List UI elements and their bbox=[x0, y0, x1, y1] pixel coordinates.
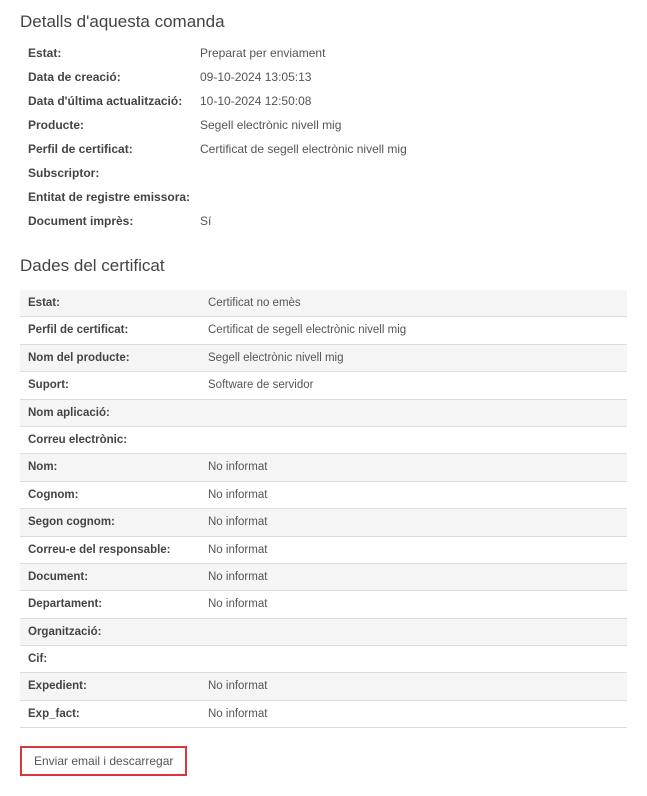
cert-label: Estat: bbox=[28, 294, 208, 312]
detail-row: Perfil de certificat:Certificat de segel… bbox=[28, 142, 631, 156]
cert-value: No informat bbox=[208, 595, 267, 613]
detail-row: Data de creació:09-10-2024 13:05:13 bbox=[28, 70, 631, 84]
cert-value: No informat bbox=[208, 541, 267, 559]
table-row: Nom:No informat bbox=[20, 454, 627, 481]
certificate-data-table: Estat:Certificat no emès Perfil de certi… bbox=[20, 290, 627, 728]
cert-label: Perfil de certificat: bbox=[28, 321, 208, 339]
detail-label: Data de creació: bbox=[28, 70, 200, 84]
cert-label: Correu electrònic: bbox=[28, 431, 208, 449]
cert-value: Segell electrònic nivell mig bbox=[208, 349, 344, 367]
cert-value: No informat bbox=[208, 568, 267, 586]
detail-label: Perfil de certificat: bbox=[28, 142, 200, 156]
cert-label: Cognom: bbox=[28, 486, 208, 504]
detail-row: Entitat de registre emissora: bbox=[28, 190, 631, 204]
table-row: Nom aplicació: bbox=[20, 400, 627, 427]
detail-row: Subscriptor: bbox=[28, 166, 631, 180]
cert-value: Software de servidor bbox=[208, 376, 313, 394]
cert-value: No informat bbox=[208, 486, 267, 504]
detail-value: Segell electrònic nivell mig bbox=[200, 118, 341, 132]
order-details-title: Detalls d'aquesta comanda bbox=[20, 12, 631, 32]
cert-value: No informat bbox=[208, 458, 267, 476]
cert-value: No informat bbox=[208, 705, 267, 723]
detail-label: Data d'última actualització: bbox=[28, 94, 200, 108]
table-row: Estat:Certificat no emès bbox=[20, 290, 627, 317]
table-row: Cognom:No informat bbox=[20, 482, 627, 509]
order-details-block: Estat:Preparat per enviament Data de cre… bbox=[28, 46, 631, 228]
cert-value: Certificat de segell electrònic nivell m… bbox=[208, 321, 406, 339]
cert-label: Cif: bbox=[28, 650, 208, 668]
table-row: Suport:Software de servidor bbox=[20, 372, 627, 399]
table-row: Organització: bbox=[20, 619, 627, 646]
cert-label: Correu-e del responsable: bbox=[28, 541, 208, 559]
detail-row: Producte:Segell electrònic nivell mig bbox=[28, 118, 631, 132]
detail-label: Estat: bbox=[28, 46, 200, 60]
detail-value: Certificat de segell electrònic nivell m… bbox=[200, 142, 407, 156]
table-row: Correu electrònic: bbox=[20, 427, 627, 454]
table-row: Exp_fact:No informat bbox=[20, 701, 627, 728]
cert-value: No informat bbox=[208, 677, 267, 695]
cert-label: Suport: bbox=[28, 376, 208, 394]
detail-value: 09-10-2024 13:05:13 bbox=[200, 70, 311, 84]
detail-value: Sí bbox=[200, 214, 211, 228]
cert-label: Nom aplicació: bbox=[28, 404, 208, 422]
cert-label: Expedient: bbox=[28, 677, 208, 695]
table-row: Perfil de certificat:Certificat de segel… bbox=[20, 317, 627, 344]
table-row: Departament:No informat bbox=[20, 591, 627, 618]
cert-label: Exp_fact: bbox=[28, 705, 208, 723]
detail-row: Estat:Preparat per enviament bbox=[28, 46, 631, 60]
detail-row: Data d'última actualització:10-10-2024 1… bbox=[28, 94, 631, 108]
cert-label: Nom del producte: bbox=[28, 349, 208, 367]
certificate-data-title: Dades del certificat bbox=[20, 256, 631, 276]
table-row: Correu-e del responsable:No informat bbox=[20, 537, 627, 564]
cert-label: Departament: bbox=[28, 595, 208, 613]
detail-label: Document imprès: bbox=[28, 214, 200, 228]
cert-label: Segon cognom: bbox=[28, 513, 208, 531]
cert-label: Nom: bbox=[28, 458, 208, 476]
detail-value: Preparat per enviament bbox=[200, 46, 325, 60]
detail-label: Entitat de registre emissora: bbox=[28, 190, 200, 204]
table-row: Nom del producte:Segell electrònic nivel… bbox=[20, 345, 627, 372]
detail-value: 10-10-2024 12:50:08 bbox=[200, 94, 311, 108]
detail-label: Producte: bbox=[28, 118, 200, 132]
send-email-download-button[interactable]: Enviar email i descarregar bbox=[20, 746, 187, 776]
detail-row: Document imprès:Sí bbox=[28, 214, 631, 228]
table-row: Document:No informat bbox=[20, 564, 627, 591]
table-row: Expedient:No informat bbox=[20, 673, 627, 700]
table-row: Cif: bbox=[20, 646, 627, 673]
cert-label: Document: bbox=[28, 568, 208, 586]
cert-value: Certificat no emès bbox=[208, 294, 301, 312]
detail-label: Subscriptor: bbox=[28, 166, 200, 180]
cert-value: No informat bbox=[208, 513, 267, 531]
table-row: Segon cognom:No informat bbox=[20, 509, 627, 536]
